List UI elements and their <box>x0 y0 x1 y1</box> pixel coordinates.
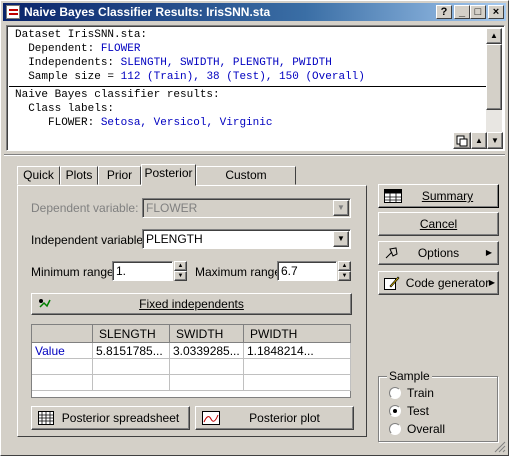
code-generator-label: Code generator <box>405 276 490 290</box>
tab-quick[interactable]: Quick <box>17 166 60 185</box>
grid-corner <box>32 325 93 343</box>
row-label: Value <box>32 343 93 359</box>
empty-cell <box>93 359 170 375</box>
close-button[interactable]: × <box>488 5 504 19</box>
tab-custom-predictions[interactable]: Custom predictions <box>196 166 296 199</box>
minimum-range-label: Minimum range: <box>31 265 118 279</box>
cancel-button[interactable]: Cancel <box>378 212 499 236</box>
summary-table-icon <box>384 189 402 203</box>
options-label: Options <box>417 246 460 260</box>
code-generator-button[interactable]: Code generator ▶ <box>378 271 499 295</box>
output-line: Independents: SLENGTH, SWIDTH, PLENGTH, … <box>15 57 332 69</box>
scroll-up-icon[interactable]: ▲ <box>486 28 502 44</box>
output-divider <box>9 86 490 87</box>
minimum-range-stepper[interactable]: ▲ ▼ <box>174 261 187 281</box>
posterior-spreadsheet-label: Posterior spreadsheet <box>61 411 180 425</box>
empty-cell <box>244 375 351 391</box>
fixed-independents-label: Fixed independents <box>139 297 244 311</box>
graph-icon <box>202 411 220 425</box>
sample-group: Sample Train Test Overall <box>378 369 498 442</box>
title-bar[interactable]: Naive Bayes Classifier Results: IrisSNN.… <box>3 3 506 21</box>
window-title: Naive Bayes Classifier Results: IrisSNN.… <box>24 5 271 19</box>
fixed-independents-button[interactable]: Fixed independents <box>31 293 352 315</box>
results-text: Dataset IrisSNN.sta: Dependent: FLOWER I… <box>9 28 490 148</box>
chevron-down-icon[interactable]: ▼ <box>333 231 349 247</box>
empty-cell <box>93 375 170 391</box>
maximum-range-input[interactable]: 6.7 <box>277 261 337 281</box>
chevron-down-icon: ▼ <box>333 200 349 216</box>
output-line: Dataset IrisSNN.sta: <box>15 29 148 41</box>
output-line: Class labels: <box>15 103 115 115</box>
sample-option-label: Train <box>407 386 434 400</box>
options-icon <box>385 247 398 259</box>
copy-icon[interactable] <box>453 132 471 149</box>
dependent-variable-label: Dependent variable: <box>31 201 139 215</box>
options-button[interactable]: Options ▶ <box>378 241 499 265</box>
empty-cell <box>170 359 244 375</box>
scroll-thumb[interactable] <box>486 44 502 110</box>
posterior-plot-button[interactable]: Posterior plot <box>195 406 354 430</box>
chevron-right-icon: ▶ <box>485 248 492 257</box>
tab-plots[interactable]: Plots <box>60 166 98 185</box>
fixed-values-grid[interactable]: SLENGTH SWIDTH PWIDTH Value 5.8151785...… <box>31 324 351 398</box>
output-scrollbar[interactable]: ▲ ▼ <box>486 28 502 148</box>
spin-down-icon[interactable]: ▼ <box>338 271 351 281</box>
results-window: Naive Bayes Classifier Results: IrisSNN.… <box>0 0 509 456</box>
independent-variable-select[interactable]: PLENGTH ▼ <box>142 229 351 249</box>
spin-down-icon[interactable]: ▼ <box>174 271 187 281</box>
output-line: Dependent: FLOWER <box>15 43 141 55</box>
scroll-up-small-icon[interactable]: ▲ <box>471 132 487 149</box>
column-header[interactable]: SLENGTH <box>93 325 170 343</box>
help-button[interactable]: ? <box>436 5 452 19</box>
spin-up-icon[interactable]: ▲ <box>174 261 187 271</box>
summary-label: Summary <box>421 189 474 203</box>
table-cell[interactable]: 1.1848214... <box>244 343 351 359</box>
pencil-icon <box>384 276 400 290</box>
maximum-range-stepper[interactable]: ▲ ▼ <box>338 261 351 281</box>
output-line: FLOWER: Setosa, Versicol, Virginic <box>15 117 273 129</box>
empty-cell <box>244 359 351 375</box>
independent-variable-value: PLENGTH <box>146 232 203 246</box>
cancel-label: Cancel <box>419 217 458 231</box>
empty-cell <box>170 375 244 391</box>
posterior-plot-label: Posterior plot <box>249 411 320 425</box>
radio-icon[interactable] <box>389 387 401 399</box>
output-line: Sample size = 112 (Train), 38 (Test), 15… <box>15 71 365 83</box>
app-icon <box>6 5 20 19</box>
scroll-down-small-icon[interactable]: ▼ <box>487 132 503 149</box>
column-header[interactable]: PWIDTH <box>244 325 351 343</box>
empty-cell <box>32 375 93 391</box>
tab-prior[interactable]: Prior <box>98 166 141 185</box>
variables-icon <box>39 299 51 308</box>
maximum-range-label: Maximum range: <box>195 265 285 279</box>
maximize-button[interactable]: □ <box>470 5 486 19</box>
sample-option-label: Test <box>407 404 430 418</box>
resize-grip-icon[interactable] <box>494 441 506 453</box>
minimum-range-value: 1. <box>116 264 127 278</box>
table-cell[interactable]: 5.8151785... <box>93 343 170 359</box>
sample-group-title: Sample <box>387 369 432 383</box>
results-output[interactable]: Dataset IrisSNN.sta: Dependent: FLOWER I… <box>6 25 505 151</box>
maximum-range-value: 6.7 <box>281 264 298 278</box>
sample-option-label: Overall <box>407 422 446 436</box>
minimum-range-input[interactable]: 1. <box>112 261 173 281</box>
spin-up-icon[interactable]: ▲ <box>338 261 351 271</box>
spreadsheet-icon <box>38 411 54 425</box>
minimize-button[interactable]: _ <box>454 5 470 19</box>
radio-selected-icon[interactable] <box>389 405 401 417</box>
output-line: Naive Bayes classifier results: <box>15 89 220 101</box>
chevron-right-icon: ▶ <box>488 278 495 287</box>
dependent-variable-value: FLOWER <box>146 201 198 215</box>
posterior-spreadsheet-button[interactable]: Posterior spreadsheet <box>31 406 190 430</box>
tab-posterior[interactable]: Posterior <box>141 164 196 186</box>
empty-cell <box>32 359 93 375</box>
table-cell[interactable]: 3.0339285... <box>170 343 244 359</box>
dependent-variable-select: FLOWER ▼ <box>142 198 351 218</box>
radio-icon[interactable] <box>389 423 401 435</box>
column-header[interactable]: SWIDTH <box>170 325 244 343</box>
summary-button[interactable]: Summary <box>378 184 499 208</box>
divider <box>4 154 505 156</box>
independent-variable-label: Independent variable: <box>31 233 147 247</box>
